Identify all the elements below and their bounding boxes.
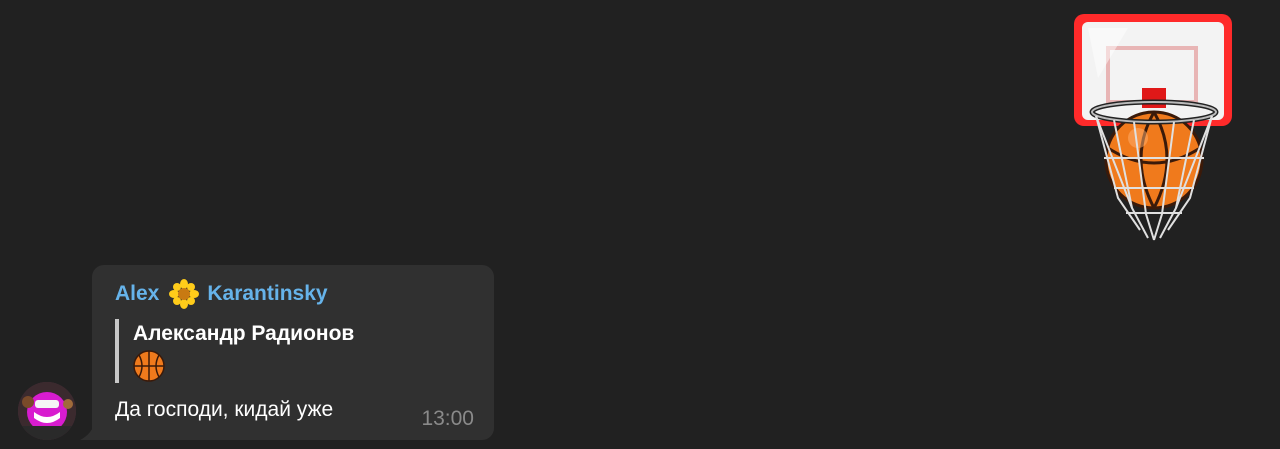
avatar-image (18, 382, 76, 440)
sender-last-name: Karantinsky (207, 282, 328, 305)
user-avatar[interactable] (18, 382, 76, 440)
basketball-hoop-icon (1074, 14, 1232, 241)
reply-author: Александр Радионов (133, 322, 355, 345)
chat-area: Alex Karantinsky Александр Радионов Да г… (0, 0, 1280, 449)
reply-quote[interactable]: Александр Радионов (115, 319, 433, 383)
message-time: 13:00 (421, 407, 474, 430)
sender-name[interactable]: Alex Karantinsky (115, 279, 328, 309)
basketball-icon (133, 350, 165, 382)
message-bubble[interactable]: Alex Karantinsky Александр Радионов Да г… (92, 265, 494, 440)
sunflower-icon (169, 279, 200, 309)
basketball-hoop-sticker[interactable] (1068, 8, 1240, 244)
sender-first-name: Alex (115, 282, 160, 305)
message-text: Да господи, кидай уже (115, 398, 334, 421)
